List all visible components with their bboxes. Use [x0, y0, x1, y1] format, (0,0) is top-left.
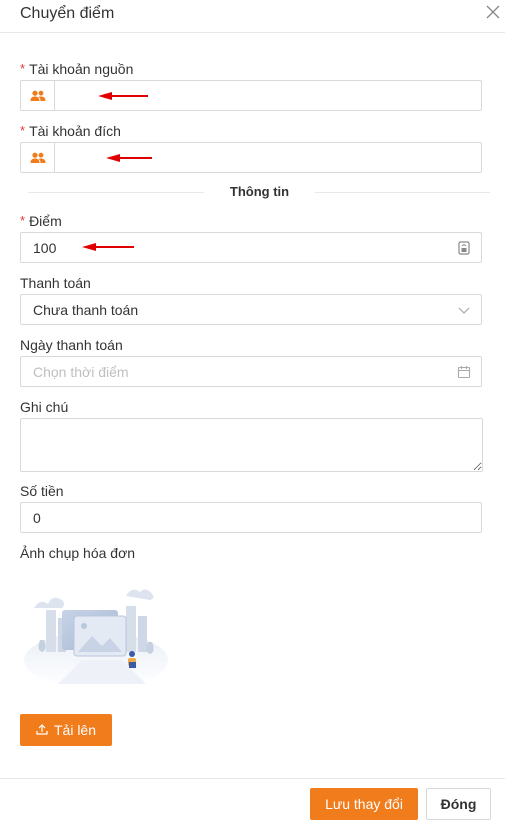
target-account-field[interactable]: [20, 142, 482, 173]
dialog-title: Chuyển điểm: [20, 5, 115, 22]
note-textarea[interactable]: [20, 418, 483, 472]
empty-image-illustration: [24, 589, 168, 688]
required-mark: *: [20, 61, 26, 76]
users-icon: [21, 81, 55, 110]
required-mark: *: [20, 123, 26, 138]
payment-date-placeholder: Chọn thời điểm: [33, 364, 129, 380]
payment-date-label: Ngày thanh toán: [20, 337, 123, 353]
amount-input[interactable]: 0: [20, 502, 482, 533]
upload-icon: [36, 722, 48, 738]
source-account-field[interactable]: [20, 80, 482, 111]
save-button[interactable]: Lưu thay đổi: [310, 788, 418, 820]
payment-select[interactable]: Chưa thanh toán: [20, 294, 482, 325]
target-account-label: * Tài khoản đích: [20, 123, 121, 139]
upload-button-label: Tải lên: [53, 722, 97, 738]
footer-divider: [0, 778, 505, 779]
upload-button[interactable]: Tải lên: [20, 714, 112, 746]
users-icon: [21, 143, 55, 172]
required-mark: *: [20, 213, 26, 228]
section-title: Thông tin: [229, 184, 290, 199]
annotation-arrow: [82, 243, 134, 251]
annotation-arrow: [98, 92, 148, 100]
source-account-label: * Tài khoản nguồn: [20, 61, 134, 77]
payment-date-picker[interactable]: Chọn thời điểm: [20, 356, 482, 387]
calendar-icon: [457, 365, 471, 379]
points-label: * Điểm: [20, 213, 62, 229]
amount-label: Số tiền: [20, 483, 64, 499]
amount-value: 0: [33, 510, 41, 526]
dialog-header: Chuyển điểm: [0, 0, 505, 33]
close-button[interactable]: Đóng: [426, 788, 491, 820]
invoice-photo-label: Ảnh chụp hóa đơn: [20, 545, 136, 561]
number-icon: [457, 241, 471, 255]
points-value: 100: [33, 240, 57, 256]
payment-value: Chưa thanh toán: [33, 302, 139, 318]
annotation-arrow: [106, 154, 152, 162]
payment-label: Thanh toán: [20, 275, 91, 291]
note-label: Ghi chú: [20, 399, 69, 415]
chevron-down-icon: [457, 303, 471, 317]
close-icon[interactable]: [485, 4, 501, 20]
